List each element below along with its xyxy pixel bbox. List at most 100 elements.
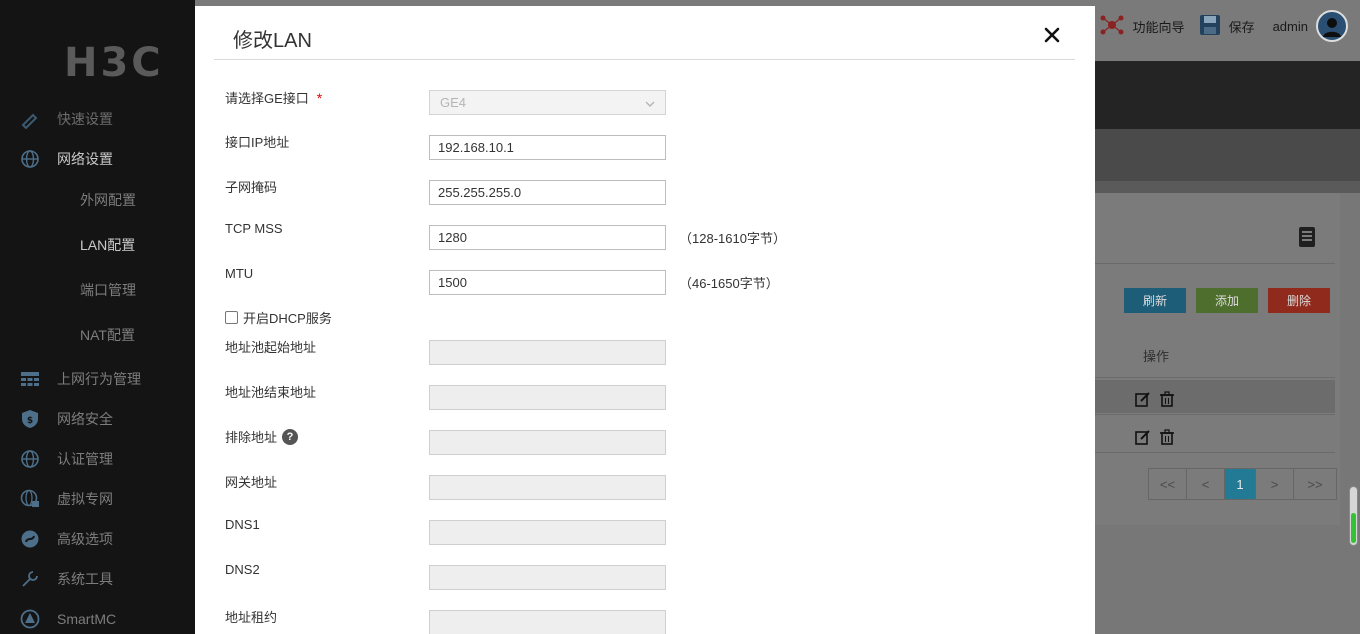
edit-icon[interactable] [1135, 429, 1151, 448]
save-icon[interactable] [1199, 14, 1221, 39]
grid-icon [19, 368, 41, 390]
sidebar-item-vpn[interactable]: 虚拟专网 [0, 479, 195, 519]
mtu-input[interactable] [429, 270, 666, 295]
sidebar-item-label: 认证管理 [57, 451, 113, 467]
close-icon[interactable] [1041, 24, 1063, 46]
tcp-mss-input[interactable] [429, 225, 666, 250]
dhcp-label: 开启DHCP服务 [243, 311, 332, 326]
ip-address-input[interactable] [429, 135, 666, 160]
page-last-button[interactable]: >> [1294, 469, 1336, 499]
globe-icon [19, 448, 41, 470]
dns1-label: DNS1 [225, 517, 260, 532]
sidebar-item-label: 外网配置 [80, 192, 136, 208]
ge-interface-label: 请选择GE接口 * [225, 88, 322, 107]
table-header-operation: 操作 [1143, 349, 1170, 364]
h3c-logo: H3C [64, 40, 164, 86]
refresh-button[interactable]: 刷新 [1124, 288, 1186, 313]
delete-button[interactable]: 删除 [1268, 288, 1330, 313]
sidebar-item-label: SmartMC [57, 611, 117, 627]
svg-text:$: $ [27, 416, 33, 426]
exclude-address-label: 排除地址 ? [225, 427, 299, 446]
sidebar-item-port-management[interactable]: 端口管理 [0, 270, 195, 310]
sidebar-item-quick-setup[interactable]: 快速设置 [0, 99, 195, 139]
sidebar-item-wan-config[interactable]: 外网配置 [0, 180, 195, 220]
page-next-button[interactable]: > [1256, 469, 1294, 499]
trash-icon[interactable] [1159, 391, 1175, 410]
username[interactable]: admin [1273, 19, 1308, 34]
row-actions [1135, 391, 1175, 410]
ge-interface-label-text: 请选择GE接口 [225, 91, 309, 106]
divider [1095, 263, 1335, 264]
sidebar-item-auth-management[interactable]: 认证管理 [0, 439, 195, 479]
sidebar: H3C 快速设置 网络设置 外网配置 LAN配置 端口管理 NAT配置 上网行为… [0, 0, 195, 634]
sidebar-item-label: 虚拟专网 [57, 491, 113, 507]
dns2-label: DNS2 [225, 562, 260, 577]
pagination: << < 1 > >> [1148, 468, 1337, 500]
sidebar-item-nat-config[interactable]: NAT配置 [0, 315, 195, 355]
advanced-icon [19, 528, 41, 550]
sidebar-item-network-settings[interactable]: 网络设置 [0, 139, 195, 179]
sidebar-item-label: NAT配置 [80, 327, 135, 343]
page-current-button[interactable]: 1 [1225, 469, 1256, 499]
subnet-mask-input[interactable] [429, 180, 666, 205]
sidebar-item-advanced[interactable]: 高级选项 [0, 519, 195, 559]
sidebar-item-label: 高级选项 [57, 531, 113, 547]
page-first-button[interactable]: << [1149, 469, 1187, 499]
edit-icon[interactable] [1135, 391, 1151, 410]
ge-interface-select[interactable]: GE4 [429, 90, 666, 115]
dhcp-checkbox[interactable] [225, 311, 238, 324]
help-icon[interactable]: ? [282, 428, 299, 445]
globe-icon [19, 148, 41, 170]
sidebar-item-behavior-management[interactable]: 上网行为管理 [0, 359, 195, 399]
exclude-address-label-text: 排除地址 [225, 430, 278, 445]
edit-lan-dialog: 修改LAN 请选择GE接口 * GE4 接口IP地址 子网掩码 TCP MSS … [195, 6, 1095, 634]
pool-end-input[interactable] [429, 385, 666, 410]
dhcp-toggle-row[interactable]: 开启DHCP服务 [225, 308, 332, 327]
notebook-icon[interactable] [1296, 226, 1318, 251]
table-row-line [1095, 414, 1335, 415]
dns2-input[interactable] [429, 565, 666, 590]
mtu-hint: （46-1650字节） [679, 276, 779, 291]
sidebar-item-label: 网络设置 [57, 151, 113, 167]
pool-end-label: 地址池结束地址 [225, 385, 317, 400]
sidebar-item-system-tools[interactable]: 系统工具 [0, 559, 195, 599]
pool-start-input[interactable] [429, 340, 666, 365]
sidebar-item-label: 快速设置 [57, 111, 113, 127]
lease-input[interactable] [429, 610, 666, 634]
exclude-address-input[interactable] [429, 430, 666, 455]
sidebar-item-label: LAN配置 [80, 237, 136, 253]
sidebar-item-label: 端口管理 [80, 282, 136, 298]
sidebar-item-lan-config[interactable]: LAN配置 [0, 225, 195, 265]
required-mark: * [316, 89, 323, 106]
sidebar-item-network-security[interactable]: $ 网络安全 [0, 399, 195, 439]
add-button[interactable]: 添加 [1196, 288, 1258, 313]
scrollbar[interactable] [1349, 486, 1358, 546]
gateway-label: 网关地址 [225, 475, 278, 490]
quick-setup-icon [19, 108, 41, 130]
row-actions [1135, 429, 1175, 448]
table-row[interactable] [1095, 380, 1335, 413]
ge-interface-value: GE4 [440, 95, 467, 110]
network-hub-icon [1099, 12, 1125, 41]
chevron-down-icon [645, 95, 655, 110]
pool-start-label: 地址池起始地址 [225, 340, 317, 355]
tools-icon [19, 568, 41, 590]
sidebar-item-smartmc[interactable]: SmartMC [0, 599, 195, 634]
save-link[interactable]: 保存 [1229, 17, 1255, 36]
page-prev-button[interactable]: < [1187, 469, 1225, 499]
trash-icon[interactable] [1159, 429, 1175, 448]
tcp-mss-hint: （128-1610字节） [679, 231, 786, 246]
scrollbar-thumb[interactable] [1351, 513, 1356, 543]
table-row-line [1095, 452, 1335, 453]
tcp-mss-label: TCP MSS [225, 221, 283, 236]
wizard-link[interactable]: 功能向导 [1133, 17, 1185, 36]
mtu-label: MTU [225, 266, 254, 281]
smartmc-icon [19, 608, 41, 630]
avatar[interactable] [1316, 10, 1348, 42]
dialog-header-divider [214, 59, 1075, 60]
sidebar-item-label: 系统工具 [57, 571, 113, 587]
subnet-mask-label: 子网掩码 [225, 180, 278, 195]
dns1-input[interactable] [429, 520, 666, 545]
lease-label: 地址租约 [225, 610, 278, 625]
gateway-input[interactable] [429, 475, 666, 500]
